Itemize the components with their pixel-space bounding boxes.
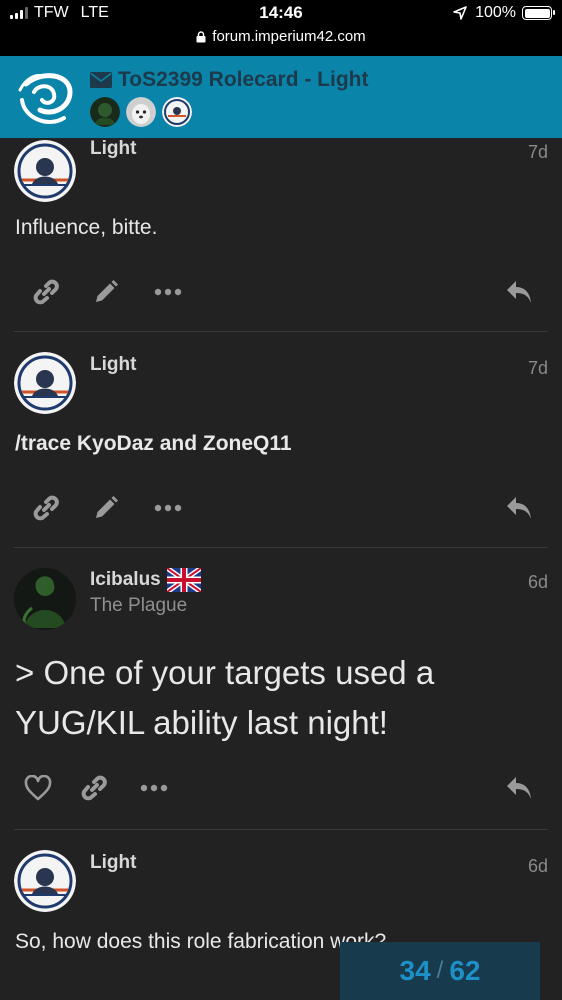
like-button[interactable] (22, 772, 54, 804)
lock-icon (196, 30, 206, 42)
reply-button[interactable] (503, 276, 535, 308)
uk-flag-icon (166, 568, 201, 592)
site-logo[interactable] (12, 64, 80, 132)
progress-current: 34 (399, 955, 431, 986)
post-body: Influence, bitte. (15, 216, 158, 239)
link-button[interactable] (78, 772, 110, 804)
more-icon (154, 288, 182, 296)
more-button[interactable] (152, 492, 184, 524)
topic-title-text: ToS2399 Rolecard - Light (118, 68, 369, 91)
post-body: > One of your targets used a YUG/KIL abi… (15, 654, 435, 741)
participant-avatar[interactable] (126, 97, 156, 127)
post-body: So, how does this role fabrication work? (15, 930, 387, 953)
post-actions (0, 276, 562, 316)
battery-icon (522, 6, 555, 20)
post-date[interactable]: 6d (528, 572, 548, 593)
topic-header: ToS2399 Rolecard - Light (0, 56, 562, 138)
status-right: 100% (453, 4, 555, 22)
avatar[interactable] (14, 568, 76, 630)
post: Light 7d /trace KyoDaz and ZoneQ11 (0, 352, 562, 548)
battery-fill (524, 8, 550, 18)
username-text: Light (90, 354, 137, 375)
pencil-icon (96, 280, 118, 302)
link-button[interactable] (30, 492, 62, 524)
topic-title[interactable]: ToS2399 Rolecard - Light (90, 68, 369, 92)
reply-icon (507, 777, 531, 799)
username-text: Icibalus (90, 569, 161, 590)
post-body: /trace KyoDaz and ZoneQ11 (15, 432, 292, 455)
username[interactable]: Icibalus (90, 568, 201, 592)
edit-button[interactable] (90, 492, 122, 524)
post-date[interactable]: 7d (528, 142, 548, 163)
reply-icon (507, 497, 531, 519)
post-divider (14, 829, 548, 830)
heart-icon (24, 775, 52, 801)
more-icon (140, 784, 168, 792)
more-icon (154, 504, 182, 512)
link-icon (33, 495, 59, 521)
status-bar: TFW LTE 14:46 100% forum.imperium42.com (0, 0, 562, 56)
url-text: forum.imperium42.com (212, 28, 366, 45)
username-text: Light (90, 138, 137, 159)
post-actions (0, 772, 562, 812)
post: Light 7d Influence, bitte. (0, 138, 562, 332)
post-divider (14, 547, 548, 548)
reply-button[interactable] (503, 772, 535, 804)
participant-list (90, 97, 192, 127)
battery-percent: 100% (475, 4, 516, 21)
username-text: Light (90, 852, 137, 873)
username[interactable]: Light (90, 138, 136, 160)
link-icon (81, 775, 107, 801)
reply-button[interactable] (503, 492, 535, 524)
post: Icibalus The Plague 6d > One of your tar… (0, 568, 562, 830)
username[interactable]: Light (90, 852, 136, 874)
link-icon (33, 279, 59, 305)
pencil-icon (96, 496, 118, 518)
edit-button[interactable] (90, 276, 122, 308)
more-button[interactable] (138, 772, 170, 804)
progress-separator: / (436, 957, 444, 984)
link-button[interactable] (30, 276, 62, 308)
topic-progress[interactable]: 34 / 62 (340, 942, 540, 1000)
url-bar[interactable]: forum.imperium42.com (0, 28, 562, 45)
participant-avatar[interactable] (162, 97, 192, 127)
post-actions (0, 492, 562, 532)
more-button[interactable] (152, 276, 184, 308)
reply-icon (507, 281, 531, 303)
envelope-icon (90, 72, 112, 88)
progress-total: 62 (449, 955, 481, 986)
participant-avatar[interactable] (90, 97, 120, 127)
location-arrow-icon (453, 6, 467, 20)
post-date[interactable]: 7d (528, 358, 548, 379)
username[interactable]: Light (90, 354, 136, 376)
avatar[interactable] (14, 140, 76, 202)
avatar[interactable] (14, 352, 76, 414)
user-title: The Plague (90, 595, 188, 616)
post-date[interactable]: 6d (528, 856, 548, 877)
post-divider (14, 331, 548, 332)
avatar[interactable] (14, 850, 76, 912)
